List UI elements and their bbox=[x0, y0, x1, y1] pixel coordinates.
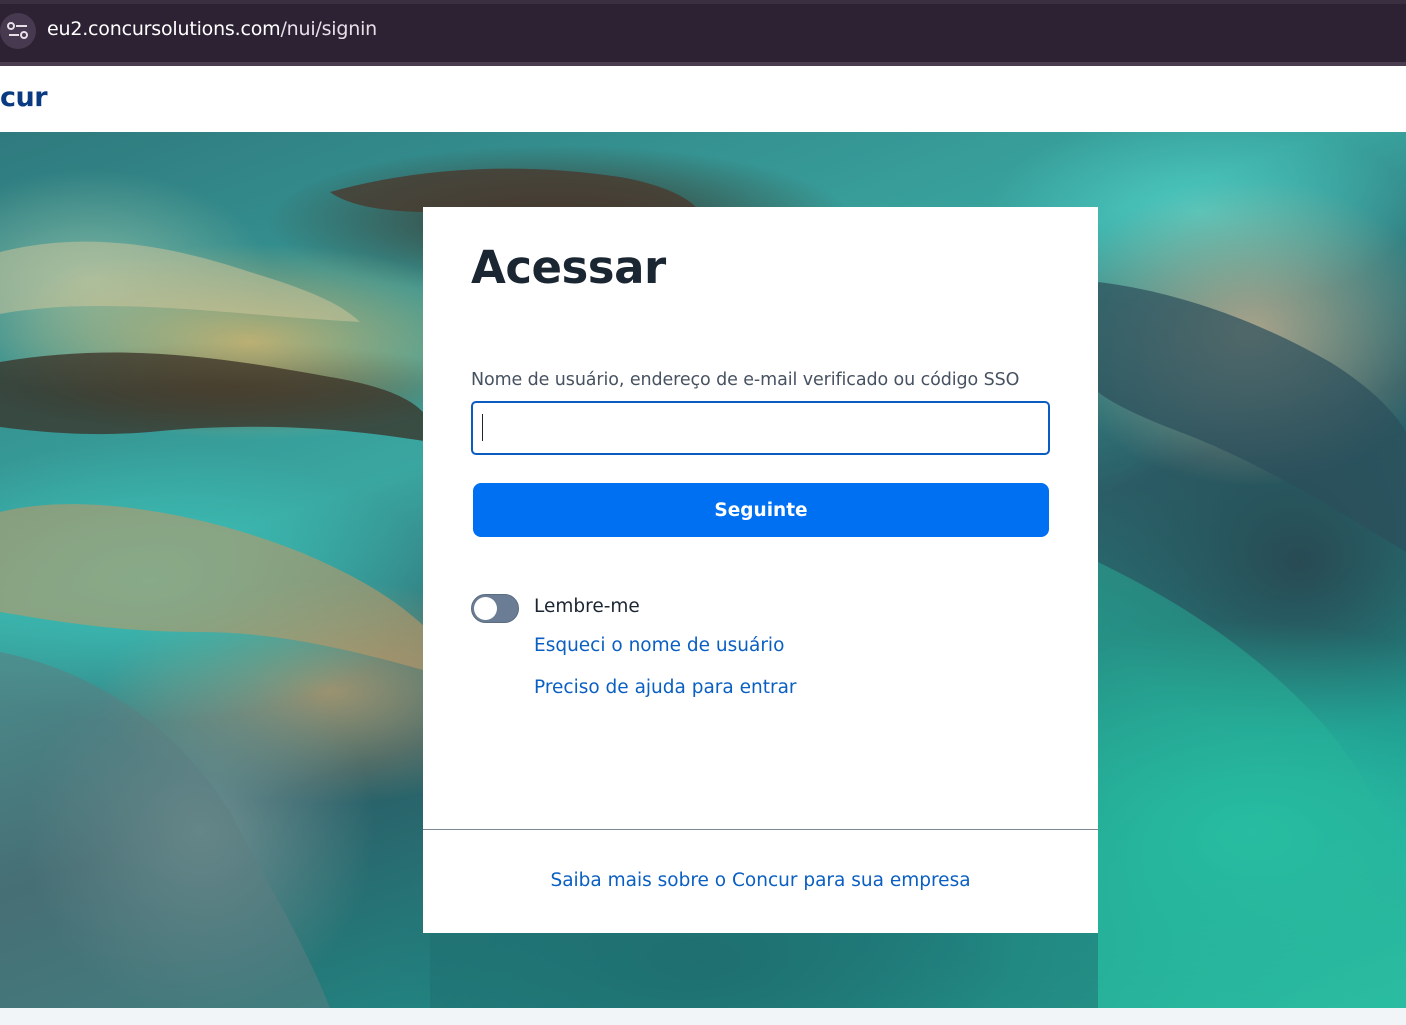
signin-card: Acessar Nome de usuário, endereço de e-m… bbox=[423, 207, 1098, 933]
help-signin-link[interactable]: Preciso de ajuda para entrar bbox=[534, 677, 797, 698]
remember-me-toggle[interactable] bbox=[471, 594, 519, 623]
forgot-username-link[interactable]: Esqueci o nome de usuário bbox=[534, 635, 784, 656]
url-field[interactable]: eu2.concursolutions.com/nui/signin bbox=[47, 18, 377, 40]
learn-more-link[interactable]: Saiba mais sobre o Concur para sua empre… bbox=[423, 870, 1098, 891]
next-button[interactable]: Seguinte bbox=[473, 483, 1049, 537]
tune-icon bbox=[7, 22, 28, 39]
username-label: Nome de usuário, endereço de e-mail veri… bbox=[471, 370, 1020, 390]
site-info-button[interactable] bbox=[0, 13, 36, 49]
page-title: Acessar bbox=[471, 241, 666, 294]
concur-logo[interactable]: cur bbox=[0, 82, 48, 113]
toggle-knob bbox=[474, 597, 497, 620]
url-path: /nui/signin bbox=[280, 18, 378, 40]
remember-me-label: Lembre-me bbox=[534, 596, 640, 617]
browser-address-bar: eu2.concursolutions.com/nui/signin bbox=[0, 0, 1406, 66]
site-header: cur bbox=[0, 66, 1406, 132]
page-footer-strip bbox=[0, 1008, 1406, 1025]
username-input[interactable] bbox=[471, 401, 1050, 455]
text-caret bbox=[482, 414, 483, 441]
card-divider bbox=[423, 829, 1098, 830]
url-host: eu2.concursolutions.com bbox=[47, 18, 281, 40]
